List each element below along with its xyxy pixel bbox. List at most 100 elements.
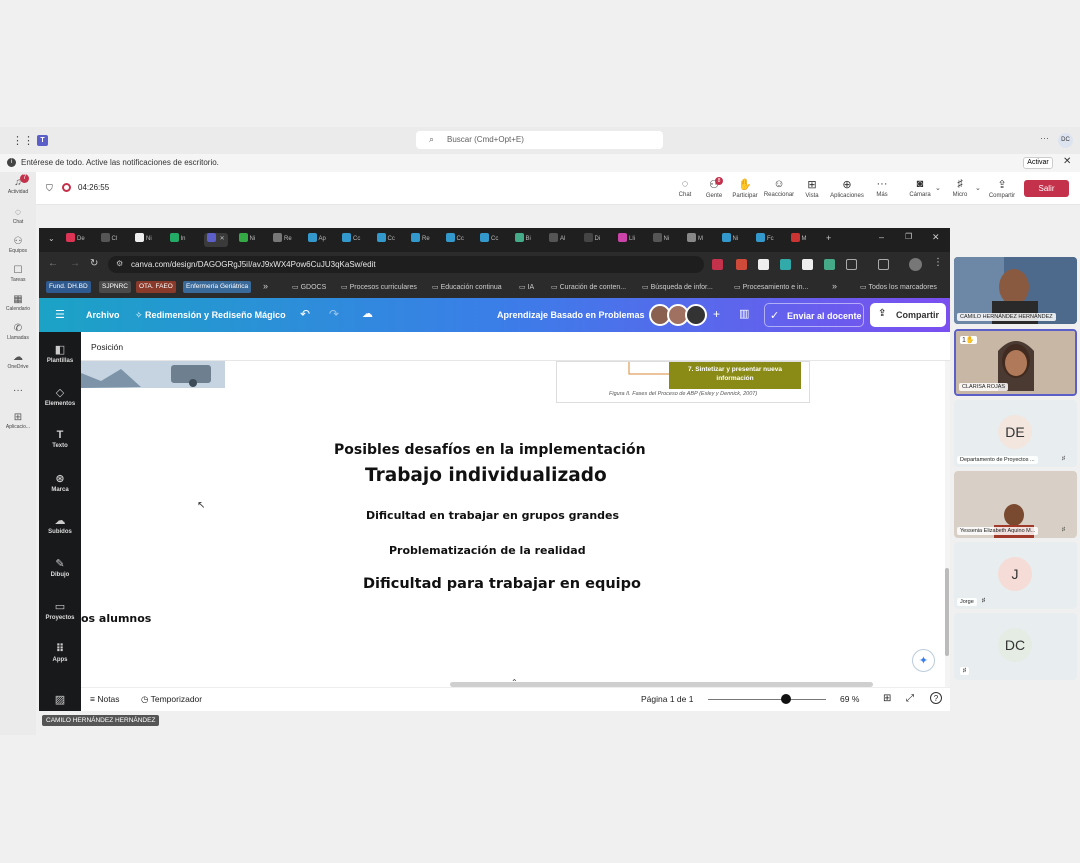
notes-button[interactable]: ≡ Notas [90,694,120,704]
share-button[interactable]: ⇪ Compartir [870,303,946,327]
chevron-down-icon[interactable]: ⌄ [975,184,981,192]
zoom-value[interactable]: 69 % [840,694,859,704]
extension-icon[interactable] [802,259,813,270]
leave-button[interactable]: Salir [1024,180,1069,197]
profile-icon[interactable] [909,258,922,271]
chevron-down-icon[interactable]: ⌄ [935,184,941,192]
slide-text-1[interactable]: Trabajo individualizado [365,465,607,486]
extension-icon[interactable] [736,259,747,270]
magic-resize-button[interactable]: ✧ Redimensión y Rediseño Mágico [135,310,286,321]
forward-icon[interactable]: → [70,258,80,269]
redo-icon[interactable]: ↷ [329,307,339,321]
rail-teams[interactable]: ⚇ Equipos [0,236,36,254]
site-info-icon[interactable]: ⚙ [116,259,123,268]
tool-raise-hand[interactable]: ✋ Participar [729,178,761,199]
more-options-icon[interactable]: ··· [1040,133,1049,143]
minimize-icon[interactable]: – [879,232,884,242]
tool-mic[interactable]: ♯ Micro [944,178,976,198]
file-menu[interactable]: Archivo [86,310,120,320]
all-bookmarks[interactable]: ▭ Todos los marcadores [860,283,937,291]
app-launcher-icon[interactable]: ⋮⋮ [12,134,34,147]
browser-tab[interactable]: Cc [445,233,464,247]
side-templates[interactable]: ◧ Plantillas [39,343,81,364]
side-apps[interactable]: ⠿ Apps [39,642,81,663]
slide-heading[interactable]: Posibles desafíos en la implementación [334,442,646,458]
slide-text-2[interactable]: Dificultad en trabajar en grupos grandes [366,509,619,522]
participant-tile[interactable]: DC ♯ [954,613,1077,680]
browser-tab[interactable]: Ni [652,233,669,247]
participant-tile[interactable]: DE Departamento de Proyectos ... ♯ [954,400,1077,467]
bookmark-folder[interactable]: ▭ Búsqueda de infor... [642,283,713,291]
slide-text-3[interactable]: Problematización de la realidad [389,544,586,557]
search-input[interactable]: ⌕ Buscar (Cmd+Opt+E) [416,131,663,149]
tool-react[interactable]: ☺ Reaccionar [763,178,795,198]
browser-tab[interactable]: ✕ [204,233,228,247]
side-projects[interactable]: ▭ Proyectos [39,600,81,621]
menu-icon[interactable]: ☰ [55,308,65,321]
help-icon[interactable]: ? [930,692,942,704]
chevron-right-icon[interactable]: » [263,281,268,291]
browser-tab[interactable]: De [66,233,85,247]
chevron-right-icon[interactable]: » [832,281,837,291]
rail-tasks[interactable]: ☐ Tareas [0,265,36,283]
extension-icon[interactable] [780,259,791,270]
tab-search-icon[interactable]: ⌄ [48,234,55,243]
design-title[interactable]: Aprendizaje Basado en Problemas [497,310,645,320]
browser-tab[interactable]: M [790,233,807,247]
chevron-up-icon[interactable]: ⌃ [511,678,518,687]
illustration-image[interactable] [81,361,225,388]
user-avatar[interactable]: DC [1058,133,1073,148]
back-icon[interactable]: ← [48,258,58,269]
browser-tab[interactable]: Re [273,233,292,247]
tool-more[interactable]: ··· Más [866,178,898,198]
browser-tab[interactable]: Ni [135,233,152,247]
extension-icon[interactable] [758,259,769,270]
side-elements[interactable]: ◇ Elementos [39,386,81,407]
new-tab-icon[interactable]: + [826,233,831,243]
side-text[interactable]: T Texto [39,429,81,449]
participant-tile[interactable]: 1✋ CLARISA ROJAS [954,329,1077,396]
side-magic-media[interactable]: ▨ [39,693,81,708]
slide-text-partial[interactable]: os alumnos [81,612,151,625]
browser-tab[interactable]: Ni [721,233,738,247]
browser-tab[interactable]: Cl [100,233,117,247]
undo-icon[interactable]: ↶ [300,307,310,321]
browser-tab[interactable]: Re [411,233,430,247]
slide-page[interactable] [81,361,945,687]
bookmark-tag[interactable]: Enfermería Geriátrica [183,281,252,293]
zoom-slider[interactable] [708,699,826,700]
slide-text-4[interactable]: Dificultad para trabajar en equipo [363,576,641,592]
tool-apps[interactable]: ⊕ Aplicaciones [830,178,864,199]
puzzle-icon[interactable] [846,259,857,270]
grid-view-icon[interactable]: ⊞ [883,693,891,704]
address-bar[interactable]: ⚙ canva.com/design/DAGOGRgJ5iI/avJ9xWX4P… [108,256,704,273]
add-collaborator-icon[interactable]: + [713,307,720,321]
bookmark-folder[interactable]: ▭ Curación de conten... [551,283,626,291]
rail-calendar[interactable]: ▦ Calendario [0,294,36,312]
tool-view[interactable]: ⊞ Vista [796,178,828,199]
browser-tab[interactable]: Al [549,233,565,247]
browser-tab[interactable]: Cc [342,233,360,247]
tool-people[interactable]: ⚇ 8 Gente [698,177,730,199]
rail-more[interactable]: ··· [0,385,36,396]
cloud-saved-icon[interactable]: ☁ [362,307,373,320]
bookmark-tag[interactable]: SJPNRC [99,281,132,293]
participant-tile[interactable]: CAMILO HERNÁNDEZ HERNÁNDEZ [954,257,1077,324]
analytics-icon[interactable]: ▥ [739,307,749,320]
bookmark-tag[interactable]: Fund. DH.BD [46,281,91,293]
extension-icon[interactable] [824,259,835,270]
bookmark-folder[interactable]: ▭ Educación continua [432,283,502,291]
browser-tab[interactable]: Ap [307,233,326,247]
browser-tab[interactable]: M [687,233,703,247]
timer-button[interactable]: ◷ Temporizador [141,694,202,705]
browser-tab[interactable]: Fc [756,233,774,247]
browser-tab[interactable]: Lli [618,233,635,247]
rail-onedrive[interactable]: ☁ OneDrive [0,352,36,370]
browser-tab[interactable]: In [169,233,186,247]
bookmark-folder[interactable]: ▭ Procesamiento e in... [734,283,808,291]
restore-icon[interactable]: ❐ [905,232,912,241]
position-button[interactable]: Posición [91,342,123,352]
bookmark-folder[interactable]: ▭ GDOCS [292,283,326,291]
browser-tab[interactable]: Cc [376,233,395,247]
rail-calls[interactable]: ✆ Llamadas [0,323,36,341]
